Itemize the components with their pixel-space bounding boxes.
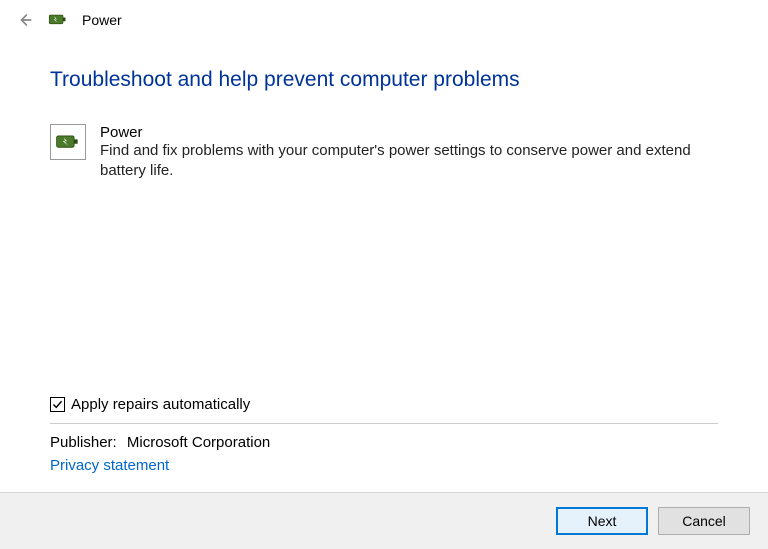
- next-button[interactable]: Next: [556, 507, 648, 535]
- back-button[interactable]: [14, 10, 34, 30]
- cancel-button[interactable]: Cancel: [658, 507, 750, 535]
- troubleshooter-block: Power Find and fix problems with your co…: [50, 124, 718, 182]
- troubleshooter-icon: [50, 124, 86, 160]
- dialog-header: Power: [0, 0, 768, 38]
- dialog-content: Troubleshoot and help prevent computer p…: [0, 38, 768, 492]
- troubleshooter-description: Find and fix problems with your computer…: [100, 141, 718, 182]
- apply-repairs-checkbox[interactable]: [50, 397, 65, 412]
- checkmark-icon: [51, 398, 64, 411]
- privacy-statement-link[interactable]: Privacy statement: [50, 457, 718, 474]
- page-heading: Troubleshoot and help prevent computer p…: [50, 68, 718, 92]
- power-troubleshooter-icon: [48, 10, 68, 30]
- dialog-title: Power: [82, 12, 122, 28]
- publisher-label: Publisher:: [50, 434, 117, 451]
- troubleshooter-title: Power: [100, 124, 718, 141]
- arrow-left-icon: [14, 10, 34, 30]
- divider: [50, 423, 718, 424]
- apply-repairs-label[interactable]: Apply repairs automatically: [71, 396, 250, 413]
- publisher-value: Microsoft Corporation: [127, 434, 270, 451]
- publisher-row: Publisher: Microsoft Corporation: [50, 434, 718, 451]
- dialog-footer: Next Cancel: [0, 492, 768, 549]
- apply-repairs-row: Apply repairs automatically: [50, 396, 718, 413]
